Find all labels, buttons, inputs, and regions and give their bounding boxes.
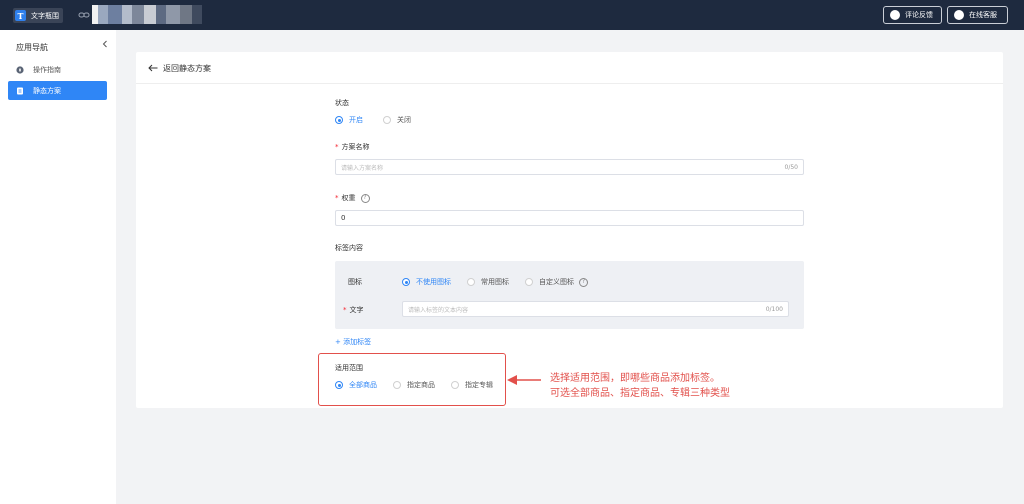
sidebar-item-label: 静态方案 — [33, 86, 61, 95]
radio-icon — [451, 381, 459, 389]
link-icon[interactable] — [78, 10, 90, 20]
annotation-arrow-icon — [507, 375, 541, 385]
top-bar: T 文字瓶围 评论反馈 在线客服 — [0, 0, 1024, 30]
service-label: 在线客服 — [969, 11, 997, 19]
sidebar-item-label: 操作指南 — [33, 65, 61, 74]
option-label: 关闭 — [397, 116, 411, 124]
compass-icon — [16, 65, 24, 74]
scope-option-album[interactable]: 指定专辑 — [451, 380, 493, 390]
plan-name-label: 方案名称 — [335, 142, 370, 152]
back-label: 返回静态方案 — [163, 63, 211, 73]
collapse-chevron-icon[interactable] — [100, 39, 110, 49]
option-label: 自定义图标 — [539, 278, 574, 286]
radio-selected-icon — [335, 116, 343, 124]
radio-selected-icon — [402, 278, 410, 286]
icon-option-none[interactable]: 不使用图标 — [402, 277, 451, 287]
weight-input[interactable]: 0 — [335, 210, 804, 226]
blurred-store-name — [92, 5, 202, 24]
headset-icon — [954, 10, 964, 20]
app-logo-icon: T — [15, 10, 26, 21]
sidebar-title: 应用导航 — [16, 43, 48, 52]
status-radio-group: 开启 关闭 — [335, 115, 431, 125]
tag-text-input[interactable]: 请输入标签的文本内容 0/100 — [402, 301, 789, 317]
sidebar: 应用导航 操作指南 静态方案 — [0, 30, 116, 504]
scope-option-product[interactable]: 指定商品 — [393, 380, 435, 390]
tag-content-label: 标签内容 — [335, 244, 363, 252]
app-brand[interactable]: T 文字瓶围 — [13, 8, 63, 23]
option-label: 指定商品 — [407, 381, 435, 389]
icon-option-common[interactable]: 常用图标 — [467, 277, 509, 287]
annotation-text: 选择适用范围，即哪些商品添加标签。 可选全部商品、指定商品、专辑三种类型 — [550, 371, 730, 401]
document-icon — [17, 87, 23, 94]
status-option-off[interactable]: 关闭 — [383, 115, 411, 125]
option-label: 常用图标 — [481, 278, 509, 286]
feedback-button[interactable]: 评论反馈 — [883, 6, 942, 24]
plan-name-input[interactable]: 请输入方案名称 0/50 — [335, 159, 804, 175]
sidebar-item-static-plan[interactable]: 静态方案 — [8, 81, 107, 100]
scope-radio-group: 全部商品 指定商品 指定专辑 — [335, 380, 493, 390]
status-label: 状态 — [335, 99, 349, 107]
tag-content-box: 图标 不使用图标 常用图标 自定义图标 ? 文字 请输入标签的文本内容 0/10… — [335, 261, 804, 329]
weight-label: 权重 — [341, 194, 356, 202]
annotation-line-2: 可选全部商品、指定商品、专辑三种类型 — [550, 388, 730, 399]
tag-text-counter: 0/100 — [765, 305, 783, 313]
option-label: 开启 — [349, 116, 363, 124]
plan-name-counter: 0/50 — [784, 163, 798, 171]
radio-icon — [467, 278, 475, 286]
weight-value: 0 — [341, 214, 346, 222]
icon-label: 图标 — [348, 278, 362, 286]
icon-option-custom[interactable]: 自定义图标 ? — [525, 277, 588, 287]
text-label: 文字 — [343, 305, 364, 315]
help-icon[interactable]: ? — [579, 277, 588, 287]
main-panel: 返回静态方案 状态 开启 关闭 方案名称 请输入方案名称 0/50 权重 ? 0… — [136, 52, 1003, 408]
option-label: 全部商品 — [349, 381, 377, 389]
header-divider — [136, 83, 1003, 84]
scope-label: 适用范围 — [335, 364, 363, 372]
add-tag-button[interactable]: + 添加标签 — [335, 337, 371, 347]
annotation-line-1: 选择适用范围，即哪些商品添加标签。 — [550, 373, 720, 384]
sidebar-item-guide[interactable]: 操作指南 — [8, 60, 107, 79]
feedback-label: 评论反馈 — [905, 11, 933, 19]
tag-text-placeholder: 请输入标签的文本内容 — [408, 306, 469, 314]
plan-name-placeholder: 请输入方案名称 — [341, 164, 384, 172]
scope-option-all[interactable]: 全部商品 — [335, 380, 377, 390]
radio-icon — [383, 116, 391, 124]
radio-selected-icon — [335, 381, 343, 389]
back-link[interactable]: 返回静态方案 — [148, 60, 211, 76]
option-label: 不使用图标 — [416, 278, 451, 286]
weight-label-row: 权重 ? — [335, 193, 370, 203]
arrow-left-icon — [148, 64, 158, 72]
status-option-on[interactable]: 开启 — [335, 115, 363, 125]
help-icon[interactable]: ? — [360, 193, 370, 203]
chat-icon — [890, 10, 900, 20]
icon-radio-group: 不使用图标 常用图标 自定义图标 ? — [402, 277, 588, 287]
radio-icon — [393, 381, 401, 389]
online-service-button[interactable]: 在线客服 — [947, 6, 1008, 24]
radio-icon — [525, 278, 533, 286]
app-name: 文字瓶围 — [31, 11, 59, 20]
option-label: 指定专辑 — [465, 381, 493, 389]
